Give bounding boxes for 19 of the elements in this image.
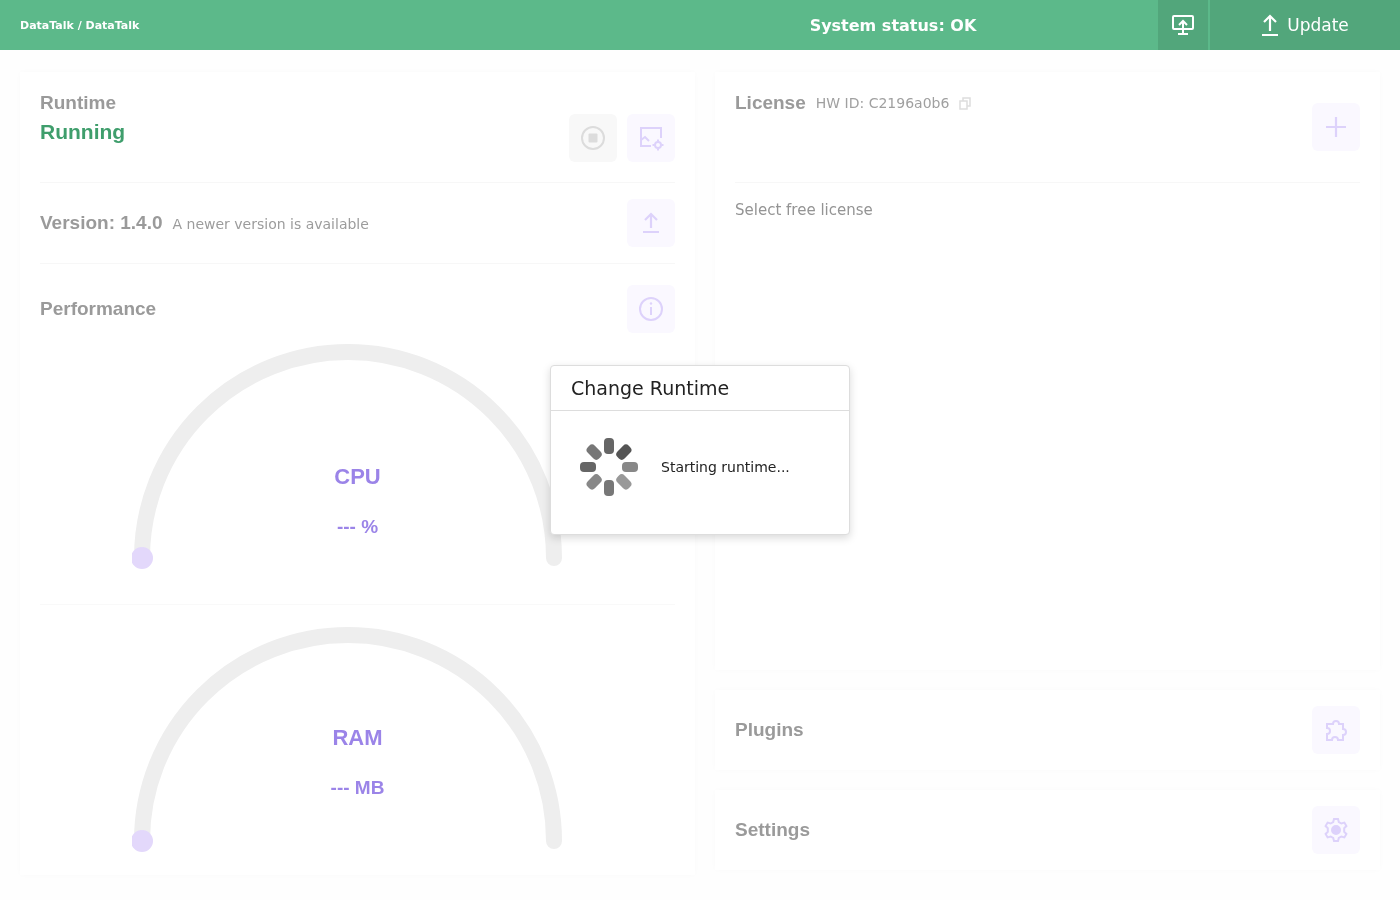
gauge-reading: --- MB	[330, 777, 385, 799]
breadcrumb: DataTalk / DataTalk	[19, 18, 141, 32]
performance-title: Performance	[40, 298, 157, 320]
hardware-id: HW ID: C2196a0b6	[815, 95, 950, 111]
dialog-title: Change Runtime	[551, 366, 849, 411]
update-button[interactable]: Update	[1210, 0, 1400, 50]
gauge-reading: --- %	[336, 516, 379, 538]
system-status: System status: OK	[808, 15, 978, 35]
free-license-link[interactable]: Select free license	[735, 201, 873, 219]
version-label: Version: 1.4.0	[40, 212, 163, 234]
runtime-title: Runtime	[40, 92, 117, 114]
plugins-title: Plugins	[735, 719, 804, 741]
dialog-message: Starting runtime...	[661, 459, 790, 475]
gauge-label: RAM	[332, 725, 383, 751]
version-note: A newer version is available	[172, 216, 369, 232]
runtime-state: Running	[40, 120, 126, 144]
license-title: License	[735, 92, 806, 114]
gauge-label: CPU	[334, 464, 381, 490]
settings-title: Settings	[735, 819, 810, 841]
